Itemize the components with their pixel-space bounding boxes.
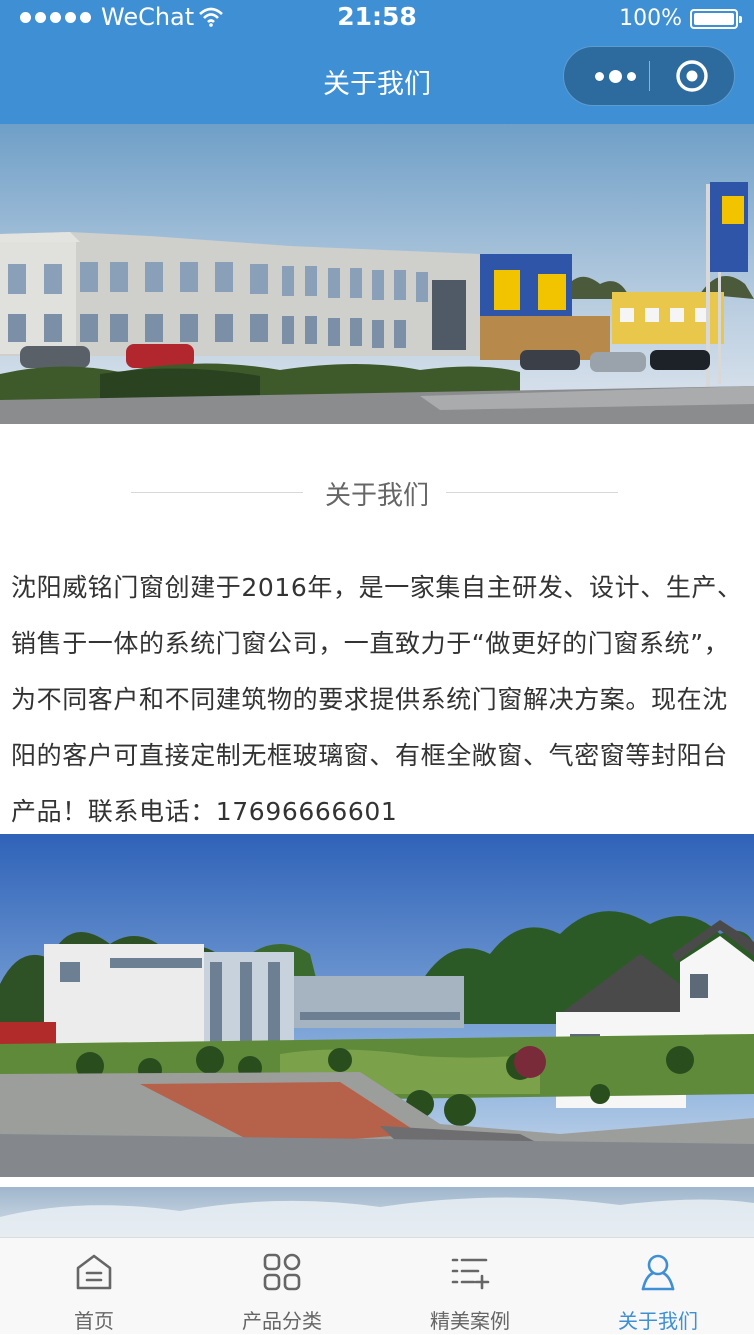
status-bar: WeChat 21:58 100% [0, 0, 754, 40]
battery-percent: 100% [619, 6, 682, 31]
about-section-heading: 关于我们 [0, 472, 754, 512]
tab-cases[interactable]: 精美案例 [376, 1238, 564, 1335]
tab-home-label: 首页 [74, 1309, 114, 1333]
scenery-photo [0, 1187, 754, 1237]
tab-about[interactable]: 关于我们 [564, 1238, 752, 1335]
battery-info: 100% [619, 6, 742, 31]
nav-header: WeChat 21:58 100% 关于我们 [0, 0, 754, 124]
heading-divider-right [446, 492, 618, 493]
close-miniprogram-icon[interactable] [674, 58, 710, 94]
miniprogram-capsule [563, 46, 735, 106]
battery-icon [690, 8, 742, 29]
list-add-icon [451, 1258, 490, 1290]
bottom-tab-bar: 首页 产品分类 精美案例 关于我们 [0, 1237, 754, 1334]
more-options-icon[interactable] [584, 47, 646, 105]
about-heading: 关于我们 [324, 481, 429, 511]
company-building-photo [0, 124, 754, 424]
tab-home[interactable]: 首页 [0, 1238, 188, 1335]
company-description: 沈阳威铭门窗创建于2016年，是一家集自主研发、设计、生产、销售于一体的系统门窗… [11, 573, 743, 826]
tab-categories-label: 产品分类 [242, 1309, 322, 1333]
tab-about-label: 关于我们 [618, 1309, 698, 1333]
grid-icon [263, 1253, 301, 1291]
tab-categories[interactable]: 产品分类 [188, 1238, 376, 1335]
person-icon [641, 1254, 675, 1291]
tab-cases-label: 精美案例 [430, 1309, 510, 1333]
home-icon [76, 1254, 112, 1290]
company-campus-photo [0, 834, 754, 1177]
capsule-divider [649, 61, 650, 91]
